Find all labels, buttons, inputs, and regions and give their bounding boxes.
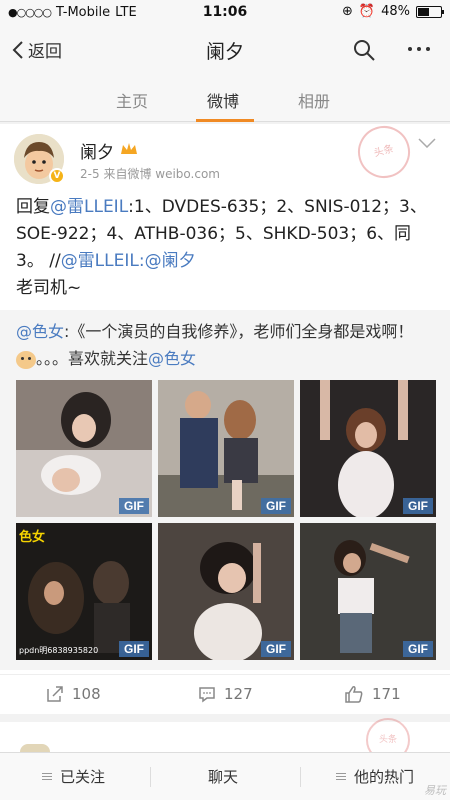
- chat-button[interactable]: 聊天: [208, 766, 238, 787]
- repost-text: @色女:《一个演员的自我修养》，老师们全身都是戏啊！ 。。。喜欢就关注@色女: [16, 318, 436, 372]
- more-icon[interactable]: [408, 47, 430, 51]
- bottom-toolbar: 已关注 聊天 他的热门 易玩: [0, 752, 450, 800]
- photo-image: [300, 523, 436, 660]
- photo-image: [158, 380, 294, 517]
- image-thumb[interactable]: GIF: [158, 523, 294, 660]
- share-icon: [47, 686, 63, 702]
- site-watermark: 易玩: [424, 784, 446, 797]
- like-button[interactable]: 171: [344, 685, 401, 703]
- reply-prefix: 回复: [16, 197, 50, 217]
- status-bar: ●○○○○ T-Mobile LTE 11:06 ⊕ ⏰ 48%: [0, 0, 450, 26]
- active-tab-indicator: [196, 119, 254, 122]
- repost-block[interactable]: @色女:《一个演员的自我修养》，老师们全身都是戏啊！ 。。。喜欢就关注@色女 G…: [0, 310, 450, 670]
- gif-badge: GIF: [403, 641, 433, 657]
- post-actions: 108 127 171: [0, 674, 450, 714]
- repost-count: 108: [72, 685, 101, 703]
- image-thumb[interactable]: GIF: [158, 380, 294, 517]
- repost-body-2: 。。。喜欢就关注: [36, 349, 149, 368]
- post-text: 回复@雷LLEIL:1、DVDES-635；2、SNIS-012；3、SOE-9…: [16, 194, 436, 302]
- rotation-lock-icon: ⊕: [342, 4, 353, 19]
- image-thumb[interactable]: GIF: [300, 523, 436, 660]
- follow-button[interactable]: 已关注: [42, 766, 105, 787]
- user-name[interactable]: 阑夕: [80, 138, 114, 163]
- alarm-icon: ⏰: [358, 4, 376, 19]
- member-crown-icon: [121, 143, 137, 154]
- menu-icon: [336, 773, 346, 780]
- photo-image: [16, 380, 152, 517]
- follow-label: 已关注: [60, 768, 106, 786]
- status-right: ⊕ ⏰ 48%: [342, 4, 444, 19]
- repost-body: :《一个演员的自我修养》，老师们全身都是戏啊！: [64, 322, 414, 341]
- thumbs-up-icon: [345, 686, 363, 703]
- watermark-overlay: 色女: [19, 530, 46, 545]
- divider: [300, 767, 301, 787]
- tab-weibo[interactable]: 微博: [207, 88, 239, 112]
- menu-icon: [42, 773, 52, 780]
- post-card: V 阑夕 2-5 来自微博 weibo.com 头条 回复@雷LLEIL:1、D…: [0, 120, 450, 714]
- tab-home[interactable]: 主页: [116, 88, 148, 112]
- post-date: 2-5: [80, 167, 100, 181]
- battery-fill: [418, 7, 429, 16]
- hot-posts-button[interactable]: 他的热门: [336, 766, 414, 787]
- comment-button[interactable]: 127: [198, 685, 253, 703]
- mention-link[interactable]: @色女: [148, 349, 196, 368]
- mention-link[interactable]: @阑夕: [145, 251, 196, 271]
- image-grid: GIF GIF GIF 色女 ppdn明6838935820 GIF GIF G…: [16, 380, 436, 662]
- nav-bar: 返回 阑夕: [0, 26, 450, 74]
- post-meta: 2-5 来自微博 weibo.com: [80, 165, 220, 182]
- gif-badge: GIF: [261, 641, 291, 657]
- battery-icon: [416, 5, 444, 18]
- avatar: [20, 744, 50, 752]
- like-count: 171: [372, 685, 401, 703]
- watermark-caption: ppdn明6838935820: [19, 646, 99, 655]
- image-thumb[interactable]: GIF: [300, 380, 436, 517]
- post-tail: 老司机~: [16, 278, 82, 298]
- page-title: 阑夕: [205, 41, 244, 63]
- post-source: 来自微博 weibo.com: [103, 167, 220, 181]
- cat-emoji-icon: [16, 350, 36, 369]
- hot-label: 他的热门: [354, 768, 415, 786]
- repost-button[interactable]: 108: [46, 685, 101, 703]
- tab-album[interactable]: 相册: [298, 88, 330, 112]
- verified-badge-icon: V: [49, 168, 65, 184]
- chevron-down-icon[interactable]: [418, 138, 436, 148]
- battery-percent: 48%: [381, 4, 410, 19]
- headline-stamp: 头条: [352, 120, 416, 184]
- gif-badge: GIF: [261, 498, 291, 514]
- comment-count: 127: [224, 685, 253, 703]
- photo-image: [300, 380, 436, 517]
- image-thumb[interactable]: 色女 ppdn明6838935820 GIF: [16, 523, 152, 660]
- profile-tabs: 主页 微博 相册: [0, 74, 450, 122]
- chat-label: 聊天: [208, 768, 239, 786]
- next-post-card: 头条: [0, 718, 450, 762]
- mention-link[interactable]: @雷LLEIL: [50, 197, 128, 217]
- gif-badge: GIF: [119, 498, 149, 514]
- search-icon[interactable]: [352, 38, 376, 62]
- comment-icon: [199, 687, 215, 703]
- photo-image: [158, 523, 294, 660]
- mention-link[interactable]: @色女: [16, 322, 64, 341]
- mention-link[interactable]: @雷LLEIL: [61, 251, 139, 271]
- image-thumb[interactable]: GIF: [16, 380, 152, 517]
- divider: [150, 767, 151, 787]
- gif-badge: GIF: [119, 641, 149, 657]
- gif-badge: GIF: [403, 498, 433, 514]
